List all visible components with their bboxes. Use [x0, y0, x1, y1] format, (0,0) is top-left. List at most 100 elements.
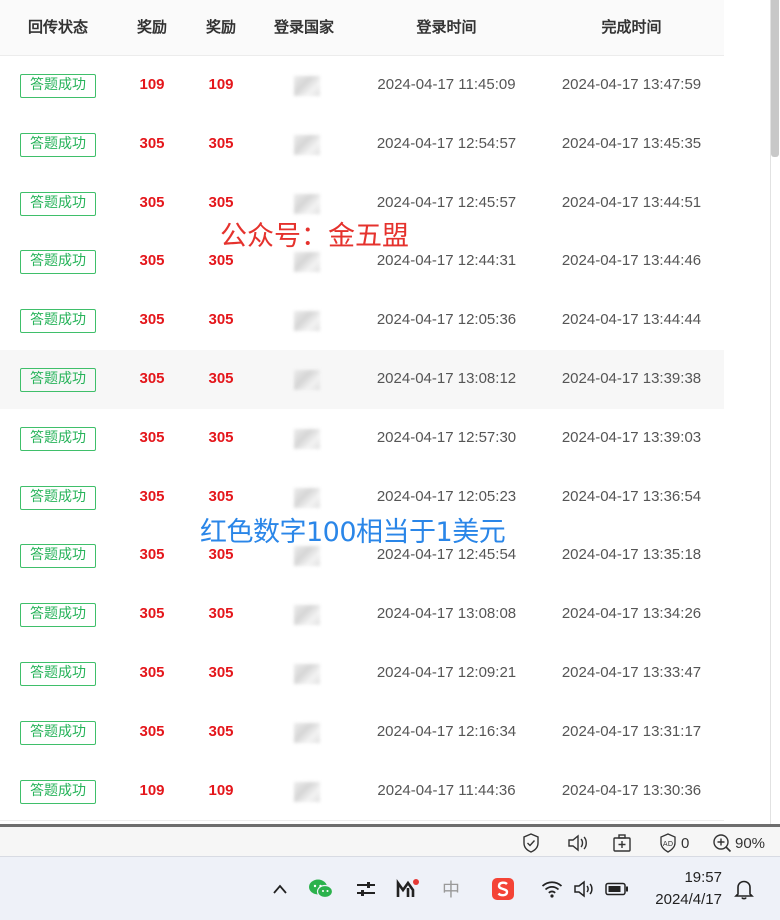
- table-row[interactable]: 答题成功 109 109 2024-04-17 11:44:36 2024-04-17 …: [0, 761, 724, 822]
- status-badge: 答题成功: [20, 426, 96, 451]
- taskbar-clock-date[interactable]: 2024/4/17: [655, 891, 722, 908]
- header-login-time[interactable]: 登录时间: [354, 0, 539, 55]
- table-row[interactable]: 答题成功 109 109 2024-04-17 11:45:09 2024-04-17 …: [0, 56, 724, 116]
- table-row[interactable]: 答题成功 305 305 2024-04-17 12:57:30 2024-04-17 …: [0, 408, 724, 469]
- finish-time: 2024-04-17 13:36:54: [561, 487, 702, 505]
- header-status[interactable]: 回传状态: [0, 0, 116, 55]
- speaker-icon[interactable]: [566, 833, 588, 853]
- finish-time: 2024-04-17 13:30:36: [561, 781, 702, 799]
- table-row[interactable]: 答题成功 305 305 2024-04-17 12:05:36 2024-04-17 …: [0, 291, 724, 351]
- reward-value: 305: [208, 664, 234, 681]
- finish-time: 2024-04-17 13:33:47: [561, 664, 702, 681]
- reward-value: 305: [139, 193, 165, 211]
- reward-value: 109: [139, 781, 165, 799]
- wechat-icon[interactable]: [308, 877, 334, 901]
- reward-value: 305: [139, 134, 165, 152]
- country-flag-icon: [294, 605, 320, 626]
- login-time: 2024-04-17 12:16:34: [376, 722, 517, 740]
- status-badge: 答题成功: [20, 603, 96, 628]
- zoom-control[interactable]: 90%: [712, 833, 765, 853]
- reward-value: 305: [139, 428, 165, 446]
- status-badge: 答题成功: [20, 779, 96, 804]
- table-row[interactable]: 答题成功 305 305 2024-04-17 12:54:57 2024-04-17 …: [0, 114, 724, 175]
- country-flag-icon: [294, 722, 320, 743]
- reward-value: 305: [139, 722, 165, 740]
- status-badge: 答题成功: [20, 309, 96, 334]
- login-time: 2024-04-17 12:54:57: [376, 134, 517, 152]
- country-flag-icon: [294, 664, 320, 684]
- finish-time: 2024-04-17 13:39:03: [561, 428, 702, 446]
- country-flag-icon: [294, 781, 320, 802]
- toolbox-icon[interactable]: [612, 833, 632, 853]
- reward-value: 305: [139, 664, 165, 681]
- reward-value: 305: [208, 722, 234, 740]
- reward-value: 305: [208, 134, 234, 152]
- mail-app-icon[interactable]: [396, 877, 420, 901]
- login-time: 2024-04-17 12:09:21: [376, 664, 517, 681]
- sogou-icon[interactable]: [490, 877, 516, 901]
- zoom-level: 90%: [735, 834, 766, 852]
- sliders-icon[interactable]: [354, 877, 378, 901]
- country-flag-icon: [294, 370, 320, 390]
- adblock-count: 0: [681, 834, 690, 852]
- login-time: 2024-04-17 12:05:36: [376, 311, 517, 329]
- status-badge: 答题成功: [20, 191, 96, 216]
- login-time: 2024-04-17 12:57:30: [376, 428, 517, 446]
- status-badge: 答题成功: [20, 368, 96, 392]
- wifi-icon[interactable]: [540, 877, 564, 901]
- header-finish-time[interactable]: 完成时间: [539, 0, 724, 55]
- reward-value: 109: [139, 76, 165, 93]
- status-badge: 答题成功: [20, 74, 96, 98]
- status-badge: 答题成功: [20, 544, 96, 569]
- login-time: 2024-04-17 11:44:36: [377, 781, 516, 799]
- reward-value: 109: [208, 781, 234, 799]
- status-badge: 答题成功: [20, 485, 96, 510]
- reward-value: 305: [208, 428, 234, 446]
- finish-time: 2024-04-17 13:39:38: [561, 370, 702, 387]
- finish-time: 2024-04-17 13:34:26: [561, 605, 702, 623]
- watermark-note: 红色数字100相当于1美元: [200, 517, 506, 548]
- shield-icon[interactable]: [522, 833, 540, 853]
- finish-time: 2024-04-17 13:47:59: [561, 76, 702, 93]
- reward-value: 109: [208, 76, 234, 93]
- reward-value: 305: [208, 311, 234, 329]
- table-header: 回传状态 奖励 奖励 登录国家 登录时间 完成时间: [0, 0, 724, 56]
- country-flag-icon: [294, 76, 320, 96]
- country-flag-icon: [294, 193, 320, 214]
- browser-status-bar: AD 0 90%: [0, 824, 780, 856]
- status-badge: 答题成功: [20, 132, 96, 157]
- country-flag-icon: [294, 311, 320, 332]
- table-row[interactable]: 答题成功 305 305 2024-04-17 12:09:21 2024-04-17 …: [0, 644, 724, 704]
- reward-value: 305: [139, 487, 165, 505]
- status-badge: 答题成功: [20, 662, 96, 686]
- taskbar-clock-time[interactable]: 19:57: [684, 869, 722, 886]
- chevron-up-icon[interactable]: [270, 877, 290, 901]
- country-flag-icon: [294, 252, 320, 273]
- notification-bell-icon[interactable]: [732, 877, 756, 901]
- status-badge: 答题成功: [20, 250, 96, 275]
- watermark-account: 公众号：金五盟: [220, 221, 409, 252]
- reward-value: 305: [208, 605, 234, 623]
- status-badge: 答题成功: [20, 720, 96, 745]
- header-login-country[interactable]: 登录国家: [254, 0, 354, 55]
- battery-icon[interactable]: [604, 877, 630, 901]
- header-reward-2[interactable]: 奖励: [188, 0, 254, 55]
- finish-time: 2024-04-17 13:44:46: [561, 252, 702, 270]
- adblock-icon[interactable]: AD 0: [658, 833, 689, 853]
- reward-value: 305: [208, 370, 234, 387]
- scrollbar-thumb[interactable]: [771, 0, 779, 157]
- finish-time: 2024-04-17 13:31:17: [561, 722, 702, 740]
- taskbar: 中 19:57 2024/4/17: [0, 856, 780, 920]
- finish-time: 2024-04-17 13:44:51: [561, 193, 702, 211]
- header-reward-1[interactable]: 奖励: [116, 0, 188, 55]
- table-row[interactable]: 答题成功 305 305 2024-04-17 12:16:34 2024-04-17 …: [0, 702, 724, 763]
- login-time: 2024-04-17 11:45:09: [377, 76, 516, 93]
- reward-value: 305: [139, 546, 165, 564]
- volume-icon[interactable]: [572, 877, 596, 901]
- table-row[interactable]: 答题成功 305 305 2024-04-17 13:08:08 2024-04-17 …: [0, 585, 724, 645]
- finish-time: 2024-04-17 13:35:18: [561, 546, 702, 564]
- reward-value: 305: [139, 605, 165, 623]
- ime-indicator[interactable]: 中: [440, 877, 462, 901]
- table-row[interactable]: 答题成功 305 305 2024-04-17 13:08:12 2024-04-17 …: [0, 350, 724, 410]
- finish-time: 2024-04-17 13:45:35: [561, 134, 702, 152]
